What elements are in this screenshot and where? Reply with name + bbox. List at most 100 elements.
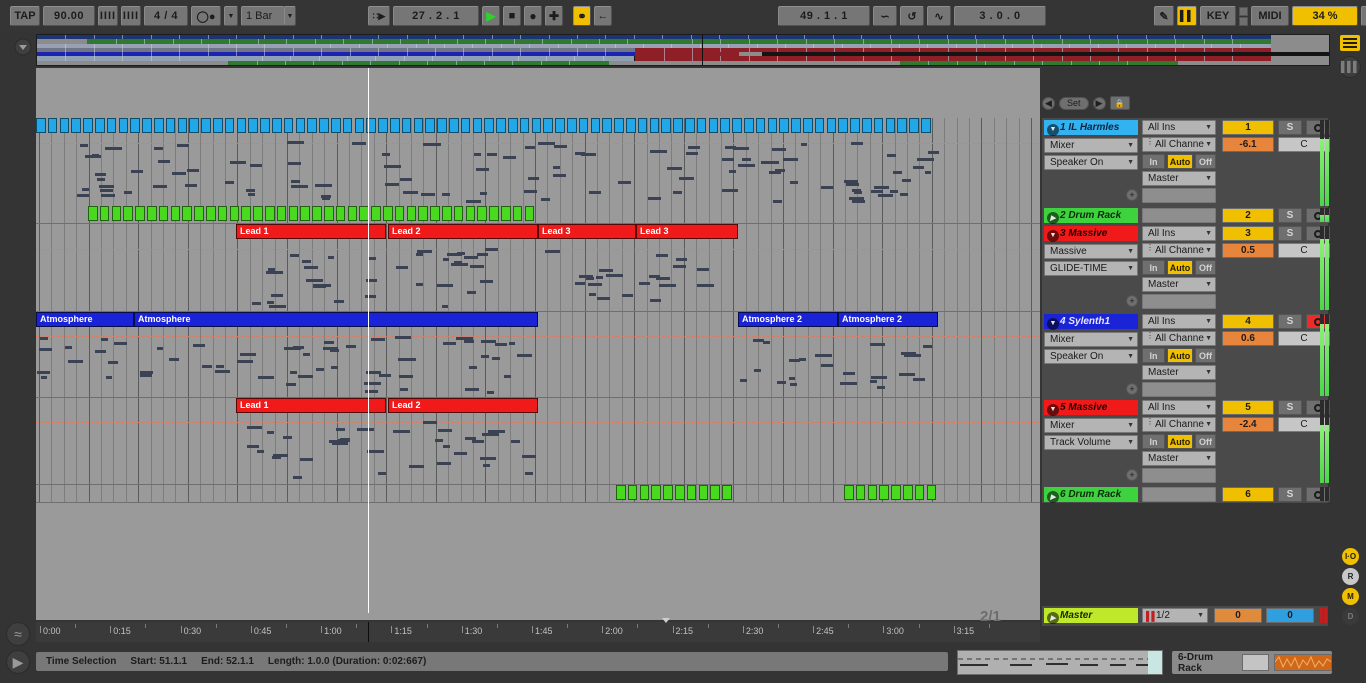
midi-note[interactable] — [870, 343, 885, 347]
midi-note[interactable] — [193, 344, 205, 348]
clip-block[interactable] — [135, 206, 145, 221]
metronome-icon[interactable]: IIII — [98, 6, 118, 26]
midi-note[interactable] — [384, 165, 402, 169]
clip-block[interactable] — [324, 206, 334, 221]
midi-note[interactable] — [672, 191, 682, 194]
midi-note[interactable] — [649, 149, 667, 153]
midi-note[interactable] — [471, 439, 485, 443]
midi-note[interactable] — [650, 299, 661, 303]
midi-note[interactable] — [899, 193, 909, 196]
clip-block[interactable] — [142, 118, 152, 133]
hamburger-menu-icon[interactable] — [1340, 35, 1360, 51]
clip-block[interactable] — [111, 206, 122, 221]
midi-note[interactable] — [215, 365, 225, 369]
clip-block[interactable] — [158, 206, 169, 221]
midi-note[interactable] — [315, 184, 332, 188]
clip-block[interactable] — [260, 118, 270, 133]
clip[interactable] — [36, 118, 941, 133]
io-toggle-button[interactable]: I·O — [1342, 548, 1359, 565]
solo-button-3[interactable]: S — [1278, 226, 1302, 241]
midi-to-dropdown-5[interactable]: Master — [1142, 451, 1216, 466]
midi-note[interactable] — [485, 248, 499, 252]
tap-tempo-button[interactable]: TAP — [10, 6, 40, 26]
midi-note[interactable] — [100, 189, 113, 193]
midi-note[interactable] — [369, 256, 376, 260]
midi-note[interactable] — [890, 189, 899, 193]
monitor-auto-4[interactable]: Auto — [1167, 348, 1193, 363]
midi-note[interactable] — [443, 257, 450, 261]
midi-note[interactable] — [39, 347, 52, 351]
monitor-in-3[interactable]: In — [1142, 260, 1165, 275]
midi-note[interactable] — [463, 255, 479, 259]
midi-note[interactable] — [104, 147, 123, 151]
midi-note[interactable] — [777, 381, 787, 384]
clip-block[interactable] — [99, 206, 110, 221]
clip-block[interactable] — [531, 118, 542, 133]
clip-block[interactable] — [484, 118, 494, 133]
clip-block[interactable] — [319, 118, 329, 133]
monitor-in-1[interactable]: In — [1142, 154, 1165, 169]
midi-note[interactable] — [246, 426, 263, 430]
midi-note[interactable] — [878, 193, 893, 197]
clip-block[interactable] — [437, 118, 447, 133]
clip-block[interactable] — [465, 206, 476, 221]
midi-note[interactable] — [688, 146, 700, 150]
clip-block[interactable] — [637, 118, 648, 133]
midi-map-button[interactable]: MIDI — [1251, 6, 1289, 26]
midi-note[interactable] — [899, 373, 915, 377]
midi-note[interactable] — [124, 191, 132, 195]
chevron-down-icon[interactable]: ▼ — [224, 6, 238, 26]
midi-note[interactable] — [230, 160, 246, 164]
clip-block[interactable] — [627, 485, 638, 500]
midi-note[interactable] — [487, 390, 494, 394]
clip[interactable]: Atmosphere — [36, 312, 134, 327]
midi-note[interactable] — [725, 146, 737, 150]
midi-note[interactable] — [252, 302, 261, 306]
midi-note[interactable] — [742, 158, 752, 162]
midi-note[interactable] — [322, 346, 339, 350]
midi-note[interactable] — [68, 360, 83, 364]
clip-block[interactable] — [873, 118, 884, 133]
midi-note[interactable] — [437, 284, 453, 288]
device-chooser-5[interactable]: Mixer — [1044, 418, 1138, 433]
monitor-in-5[interactable]: In — [1142, 434, 1165, 449]
midi-note[interactable] — [443, 444, 450, 448]
clip-block[interactable] — [602, 118, 612, 133]
midi-note[interactable] — [666, 167, 683, 171]
midi-note[interactable] — [394, 335, 412, 339]
midi-note[interactable] — [871, 190, 883, 194]
follow-icon[interactable]: ◯● — [191, 6, 221, 26]
midi-note[interactable] — [176, 143, 189, 147]
overview-playhead[interactable] — [702, 35, 704, 65]
loop-length-field[interactable]: 3 . 0 . 0 — [954, 6, 1046, 26]
clip-block[interactable] — [708, 118, 719, 133]
midi-note[interactable] — [913, 377, 925, 381]
midi-note[interactable] — [272, 455, 281, 459]
midi-note[interactable] — [356, 427, 375, 431]
clip-block[interactable] — [489, 206, 499, 221]
midi-note[interactable] — [364, 294, 377, 298]
clip-block[interactable] — [686, 485, 697, 500]
add-device-icon-3[interactable]: + — [1126, 295, 1138, 307]
clip-block[interactable] — [744, 118, 754, 133]
midi-note[interactable] — [528, 176, 539, 180]
clip-block[interactable] — [844, 485, 854, 500]
clip-block[interactable] — [803, 118, 813, 133]
midi-note[interactable] — [574, 282, 585, 286]
midi-note[interactable] — [877, 385, 886, 389]
clip-block[interactable] — [236, 118, 247, 133]
quantization-dropdown[interactable]: 1 Bar — [241, 6, 285, 26]
midi-note[interactable] — [596, 297, 611, 301]
crossfade-assign-dropdown[interactable]: ▌▌ 1/2 — [1142, 608, 1208, 623]
clip-block[interactable] — [460, 118, 471, 133]
track-number-2[interactable]: 2 — [1222, 208, 1274, 223]
track-fold-icon[interactable]: ▼ — [1047, 403, 1059, 416]
midi-note[interactable] — [443, 342, 457, 346]
master-volume-field[interactable]: 0 — [1214, 608, 1262, 623]
midi-note[interactable] — [465, 388, 479, 392]
midi-note[interactable] — [423, 421, 438, 425]
monitor-auto-3[interactable]: Auto — [1167, 260, 1193, 275]
midi-note[interactable] — [789, 376, 796, 380]
midi-note[interactable] — [696, 267, 709, 271]
midi-note[interactable] — [246, 189, 256, 193]
